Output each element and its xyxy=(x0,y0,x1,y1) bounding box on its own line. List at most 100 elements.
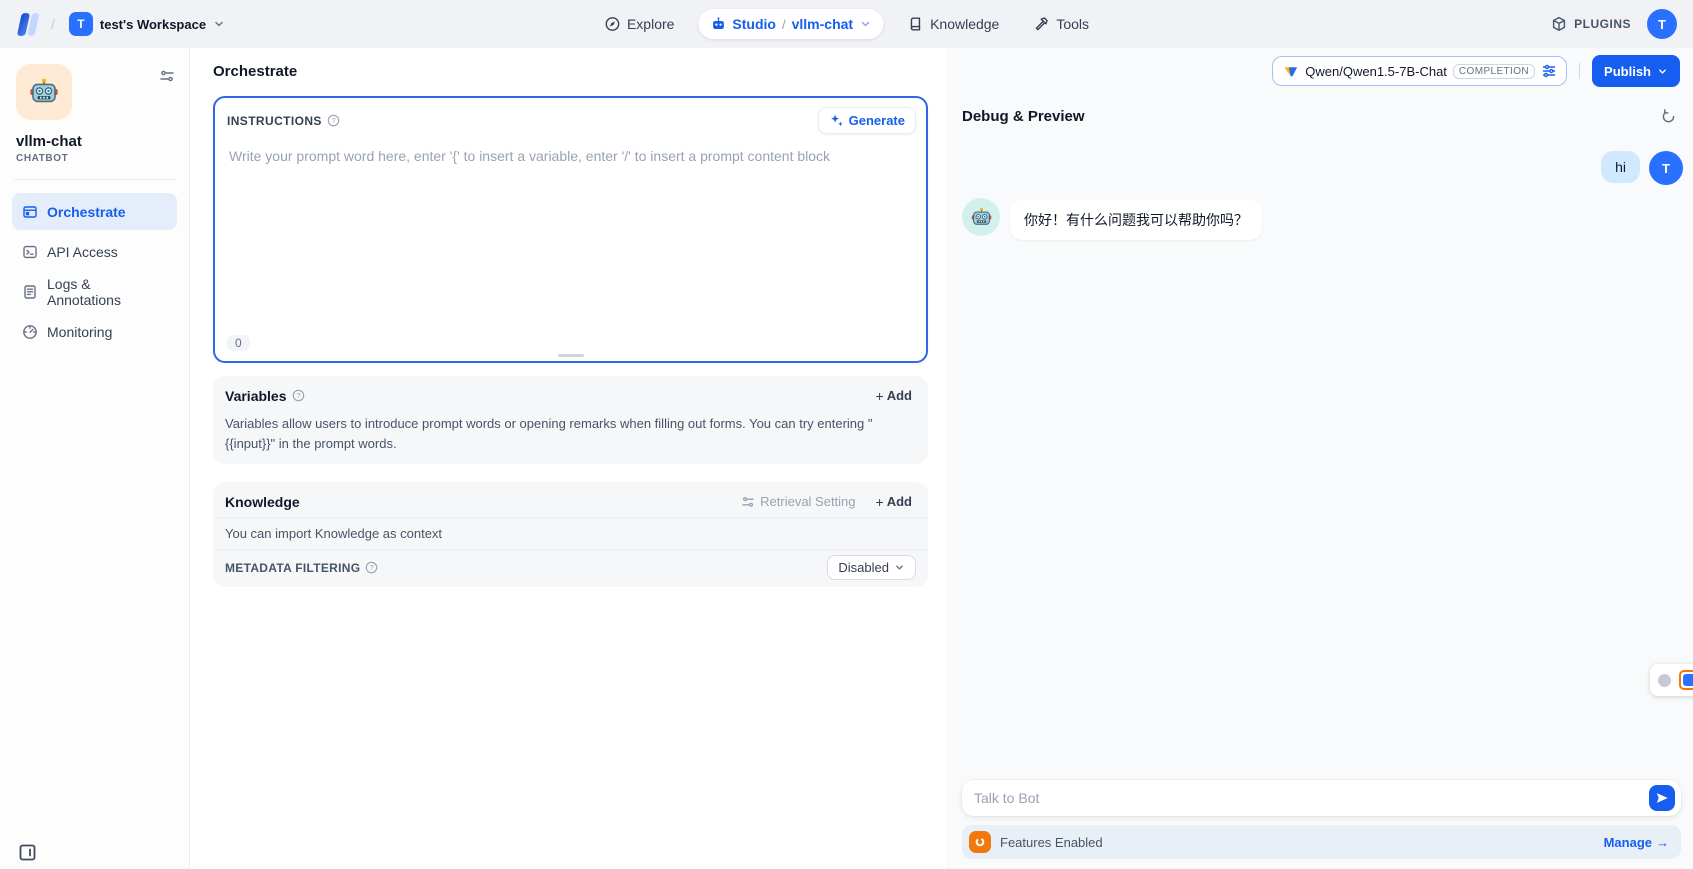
help-icon[interactable]: ? xyxy=(292,389,305,402)
features-bar: Features Enabled Manage → xyxy=(962,825,1681,859)
dify-logo[interactable] xyxy=(16,11,43,38)
char-count-badge: 0 xyxy=(227,335,250,351)
variables-section: Variables ? + Add Variables allow users … xyxy=(213,376,928,464)
sidebar-item-api-access[interactable]: API Access xyxy=(12,233,177,270)
model-toolbar: Qwen/Qwen1.5-7B-Chat COMPLETION Publish xyxy=(946,48,1693,94)
knowledge-description: You can import Knowledge as context xyxy=(213,518,928,549)
add-knowledge-button[interactable]: + Add xyxy=(872,491,916,512)
app-settings-icon[interactable] xyxy=(159,68,175,84)
knowledge-header: Knowledge Retrieval Setting + Add xyxy=(213,482,928,517)
sidebar-item-label: Monitoring xyxy=(47,324,112,340)
add-knowledge-label: Add xyxy=(887,494,912,509)
send-button[interactable] xyxy=(1649,785,1675,811)
app-sidebar: vllm-chat CHATBOT Orchestrate API Access… xyxy=(0,48,190,869)
nav-studio-label: Studio xyxy=(732,16,776,32)
bot-message-bubble: 你好！有什么问题我可以帮助你吗？ xyxy=(1010,200,1262,240)
help-icon[interactable]: ? xyxy=(327,114,340,127)
app-icon[interactable] xyxy=(16,64,72,120)
svg-text:?: ? xyxy=(370,563,374,572)
retrieval-setting-label: Retrieval Setting xyxy=(760,494,855,509)
extension-logo-icon xyxy=(1679,670,1693,690)
add-variable-button[interactable]: + Add xyxy=(872,385,916,406)
nav-explore[interactable]: Explore xyxy=(594,9,684,39)
resize-handle[interactable] xyxy=(558,354,584,357)
chat-input-bar xyxy=(962,780,1681,816)
bot-avatar xyxy=(962,198,1000,236)
navbar-right: PLUGINS T xyxy=(1551,9,1677,39)
chevron-down-icon[interactable] xyxy=(859,18,871,30)
debug-title: Debug & Preview xyxy=(962,108,1085,125)
debug-preview-panel: Qwen/Qwen1.5-7B-Chat COMPLETION Publish … xyxy=(946,48,1693,869)
plugins-button[interactable]: PLUGINS xyxy=(1551,16,1631,32)
gray-dot-icon xyxy=(1658,674,1671,687)
sidebar-item-logs-annotations[interactable]: Logs & Annotations xyxy=(12,273,177,310)
floating-widget[interactable] xyxy=(1650,664,1693,696)
workspace-avatar: T xyxy=(69,12,93,36)
retrieval-setting-button[interactable]: Retrieval Setting xyxy=(741,494,855,509)
variables-description: Variables allow users to introduce promp… xyxy=(213,411,928,464)
variables-title: Variables xyxy=(225,388,287,404)
window-icon xyxy=(22,204,38,220)
manage-label: Manage xyxy=(1604,835,1652,850)
nav-knowledge[interactable]: Knowledge xyxy=(897,9,1009,39)
robot-icon xyxy=(710,16,726,32)
page-title: Orchestrate xyxy=(213,63,297,80)
metadata-filtering-value: Disabled xyxy=(838,560,889,575)
plus-icon: + xyxy=(876,495,884,509)
navbar-center: Explore Studio / vllm-chat Knowledge xyxy=(594,0,1099,48)
instructions-input[interactable] xyxy=(219,140,922,325)
logs-icon xyxy=(22,284,38,300)
restart-icon[interactable] xyxy=(1660,108,1677,125)
nav-studio[interactable]: Studio / vllm-chat xyxy=(698,9,883,39)
vllm-logo xyxy=(1282,63,1299,80)
metadata-filtering-row: METADATA FILTERING ? Disabled xyxy=(213,550,928,587)
workspace-switcher[interactable]: T test's Workspace xyxy=(63,8,231,40)
chat-message-bot: 你好！有什么问题我可以帮助你吗？ xyxy=(962,198,1683,240)
sidebar-divider xyxy=(14,179,175,180)
chevron-down-icon xyxy=(1657,66,1668,77)
help-icon[interactable]: ? xyxy=(365,561,378,574)
collapse-sidebar-icon[interactable] xyxy=(16,841,38,863)
plugins-label: PLUGINS xyxy=(1574,17,1631,31)
nav-tools-label: Tools xyxy=(1056,16,1089,32)
model-selector[interactable]: Qwen/Qwen1.5-7B-Chat COMPLETION xyxy=(1272,56,1567,86)
nav-tools[interactable]: Tools xyxy=(1023,9,1099,39)
instructions-body xyxy=(215,136,926,325)
tune-icon[interactable] xyxy=(1541,63,1557,79)
manage-link[interactable]: Manage → xyxy=(1604,835,1669,850)
nav-knowledge-label: Knowledge xyxy=(930,16,999,32)
knowledge-title: Knowledge xyxy=(225,494,300,510)
svg-text:?: ? xyxy=(296,391,300,400)
user-message-bubble: hi xyxy=(1601,151,1640,183)
plus-icon: + xyxy=(876,389,884,403)
chevron-down-icon xyxy=(213,18,225,30)
sidebar-item-label: API Access xyxy=(47,244,118,260)
instructions-title: INSTRUCTIONS xyxy=(227,114,322,128)
app-name: vllm-chat xyxy=(16,133,173,150)
chat-input[interactable] xyxy=(974,790,1649,806)
compass-icon xyxy=(604,16,620,32)
sidebar-item-orchestrate[interactable]: Orchestrate xyxy=(12,193,177,230)
instructions-footer: 0 xyxy=(215,325,926,361)
publish-button[interactable]: Publish xyxy=(1592,55,1680,87)
top-navbar: / T test's Workspace Explore Stud xyxy=(0,0,1693,48)
metadata-filtering-select[interactable]: Disabled xyxy=(827,555,916,580)
sparkles-icon xyxy=(829,113,844,128)
metadata-filtering-title: METADATA FILTERING xyxy=(225,561,360,575)
arrow-right-icon: → xyxy=(1656,835,1669,850)
studio-separator: / xyxy=(782,17,786,32)
nav-explore-label: Explore xyxy=(627,16,674,32)
user-chat-avatar: T xyxy=(1649,151,1683,185)
workspace-name: test's Workspace xyxy=(100,17,206,32)
user-avatar[interactable]: T xyxy=(1647,9,1677,39)
chat-area: hi T 你好！有什么问题我可以帮助你吗？ xyxy=(946,125,1693,240)
book-icon xyxy=(907,16,923,32)
generate-button[interactable]: Generate xyxy=(818,107,916,134)
sidebar-item-label: Logs & Annotations xyxy=(47,276,167,308)
terminal-icon xyxy=(22,244,38,260)
generate-label: Generate xyxy=(849,113,905,128)
hammer-icon xyxy=(1033,16,1049,32)
add-variable-label: Add xyxy=(887,388,912,403)
sidebar-item-monitoring[interactable]: Monitoring xyxy=(12,313,177,350)
features-icon xyxy=(969,831,991,853)
